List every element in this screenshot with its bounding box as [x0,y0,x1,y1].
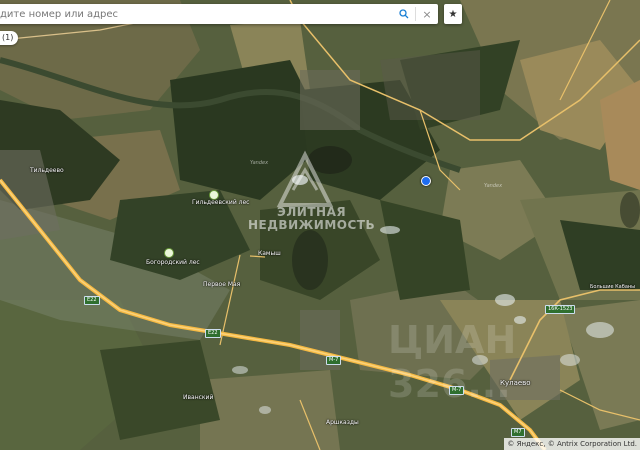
forest-icon [164,248,174,258]
layer-counter-button[interactable]: (1) [0,31,19,45]
place-label: Большие Кабаны [590,284,636,290]
place-label: Богородский лес [146,259,200,266]
watermark-line-1: ЭЛИТНАЯ [277,205,347,219]
search-bar: × [0,4,438,24]
map-view[interactable]: ЭЛИТНАЯ НЕДВИЖИМОСТЬ ЦИАН 326... Тильдее… [0,0,640,450]
road-shield: M-7 [326,356,342,365]
road-shield: 16К-1523 [545,305,576,314]
place-label: Иванский [183,394,214,401]
yandex-imagery-mark: Yandex [484,183,503,189]
search-icon[interactable] [393,4,415,24]
place-label: Гильдеевский лес [192,199,250,206]
place-label: Камыш [258,250,281,257]
favorite-button[interactable]: ★ [444,4,462,24]
yandex-imagery-mark: Yandex [250,160,269,166]
place-label: Тильдеево [30,167,64,174]
copyright-notice: © Яндекс, © Antrix Corporation Ltd. [504,438,640,450]
place-label: Первое Мая [203,281,241,288]
agency-watermark: ЭЛИТНАЯ НЕДВИЖИМОСТЬ [248,206,375,231]
road-shield: E22 [205,329,221,338]
close-icon[interactable]: × [416,4,438,24]
place-label: Кулаево [500,379,531,387]
location-marker[interactable] [421,176,431,186]
road-shield: М7 [511,428,525,437]
watermark-line-2: НЕДВИЖИМОСТЬ [248,217,376,232]
place-label: Аршказды [326,419,359,426]
star-icon: ★ [448,8,458,20]
search-input[interactable] [0,5,393,23]
road-shield: E22 [84,296,100,305]
cian-watermark: ЦИАН 326... [388,318,517,406]
road-shield: M-7 [449,386,465,395]
